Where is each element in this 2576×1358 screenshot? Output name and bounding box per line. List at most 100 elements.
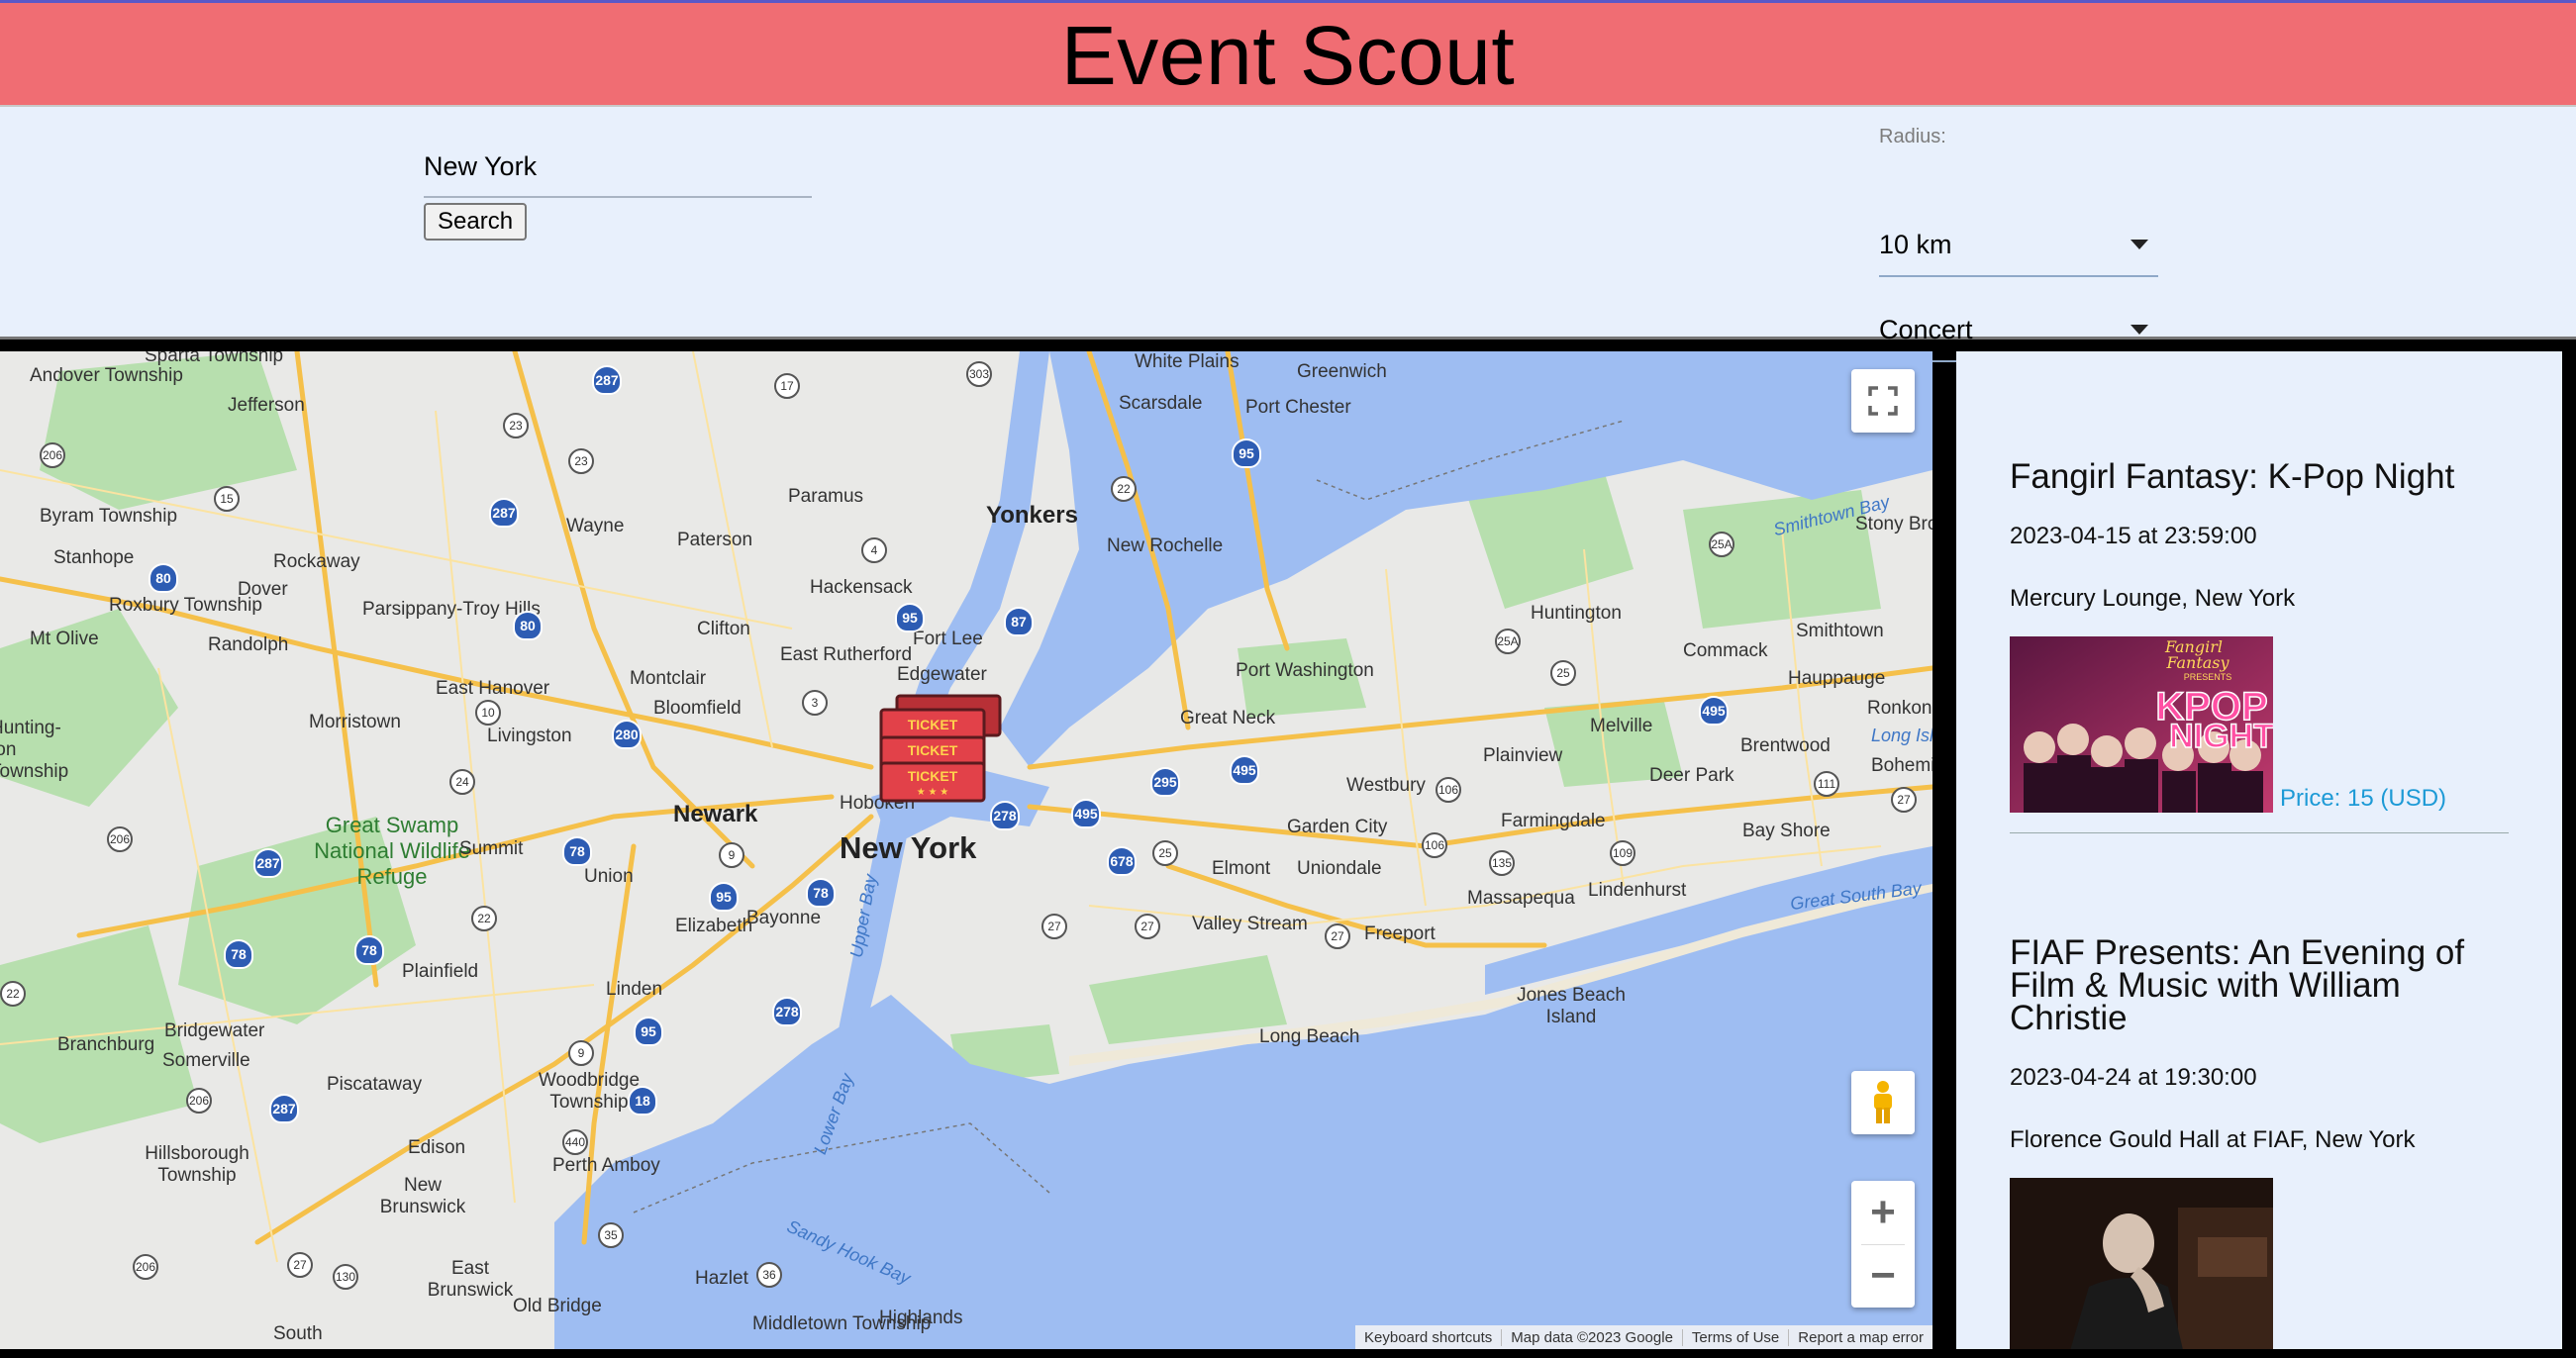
map-label: South <box>273 1323 323 1344</box>
route-marker-icon: 4 <box>861 537 887 563</box>
route-marker-icon: 35 <box>598 1222 624 1248</box>
interstate-shield-icon: 95 <box>1232 438 1261 468</box>
search-controls: Search Radius: 10 km Concert <box>0 107 2576 362</box>
radius-select[interactable]: 10 km <box>1879 214 2158 277</box>
map-label: Plainview <box>1483 745 1563 766</box>
map-data-text: Map data ©2023 Google <box>1501 1328 1682 1346</box>
map-label: Bridgewater <box>164 1020 265 1041</box>
map-label: Hazlet <box>695 1268 748 1289</box>
map-label: Rockaway <box>273 551 360 572</box>
route-marker-icon: 206 <box>107 826 133 852</box>
event-card: FIAF Presents: An Evening of Film & Musi… <box>2010 833 2509 1349</box>
map-label: Farmingdale <box>1501 811 1606 831</box>
interstate-shield-icon: 287 <box>269 1094 299 1123</box>
map-label: Stanhope <box>53 547 135 568</box>
map-label: Long Beach <box>1259 1026 1360 1047</box>
map-label: East Hanover <box>436 678 550 699</box>
map-label: Bloomfield <box>653 698 742 719</box>
route-marker-icon: 36 <box>756 1262 782 1288</box>
terms-link[interactable]: Terms of Use <box>1681 1328 1788 1346</box>
route-marker-icon: 27 <box>1891 787 1917 813</box>
route-marker-icon: 25 <box>1152 840 1178 866</box>
map-label: Massapequa <box>1467 888 1575 909</box>
event-title[interactable]: FIAF Presents: An Evening of Film & Musi… <box>2010 935 2509 1035</box>
interstate-shield-icon: 78 <box>354 935 384 965</box>
map-label: Hillsborough Township <box>145 1143 249 1186</box>
image-text: NIGHT <box>2169 718 2273 755</box>
route-marker-icon: 106 <box>1422 832 1447 858</box>
route-marker-icon: 27 <box>1041 914 1067 939</box>
map-label: Hauppauge <box>1788 668 1886 689</box>
map-label: East Brunswick <box>427 1258 514 1301</box>
pegman-icon <box>1874 1081 1892 1123</box>
map-label: Commack <box>1683 640 1768 661</box>
keyboard-shortcuts-link[interactable]: Keyboard shortcuts <box>1355 1329 1501 1346</box>
route-marker-icon: 24 <box>449 769 475 795</box>
route-marker-icon: 106 <box>1436 777 1461 803</box>
route-marker-icon: 25A <box>1495 629 1521 654</box>
map-label: Old Bridge <box>513 1296 602 1316</box>
map-label: Deer Park <box>1649 765 1734 786</box>
image-text: Fantasy <box>2165 653 2229 672</box>
ticket-marker-icon[interactable]: TICKET TICKET TICKET ★ ★ ★ <box>875 694 1004 805</box>
chevron-down-icon <box>2130 240 2148 249</box>
map-label: Edgewater <box>897 664 987 685</box>
route-marker-icon: 22 <box>1111 476 1137 502</box>
zoom-out-button[interactable]: − <box>1851 1245 1915 1309</box>
route-marker-icon: 303 <box>966 361 992 387</box>
street-view-button[interactable] <box>1851 1071 1915 1134</box>
event-map[interactable]: Andover Township Jefferson Sparta Townsh… <box>0 351 1932 1349</box>
interstate-shield-icon: 295 <box>1150 767 1180 797</box>
map-label: Ronkonkoma <box>1867 698 1932 719</box>
map-label: Piscataway <box>327 1074 423 1095</box>
map-label: Smithtown <box>1796 621 1884 641</box>
event-title[interactable]: Fangirl Fantasy: K-Pop Night <box>2010 459 2509 494</box>
map-label: Melville <box>1590 716 1653 736</box>
route-marker-icon: 206 <box>133 1254 158 1280</box>
map-label: Port Chester <box>1245 397 1351 418</box>
report-error-link[interactable]: Report a map error <box>1788 1328 1932 1346</box>
map-label: Hunting-ton Township <box>0 718 69 782</box>
event-image[interactable]: Fangirl Fantasy PRESENTS KPOP NIGHT <box>2010 636 2273 813</box>
interstate-shield-icon: 287 <box>253 848 283 878</box>
route-marker-icon: 111 <box>1814 771 1839 797</box>
ticket-text: TICKET <box>908 742 958 758</box>
search-button[interactable]: Search <box>424 203 528 241</box>
city-search-input[interactable] <box>424 137 812 198</box>
map-label: Freeport <box>1364 923 1436 944</box>
map-label: Westbury <box>1346 775 1426 796</box>
interstate-shield-icon: 18 <box>628 1086 657 1116</box>
map-label: Union <box>584 866 634 887</box>
route-marker-icon: 135 <box>1489 850 1515 876</box>
route-marker-icon: 3 <box>802 690 828 716</box>
fullscreen-button[interactable] <box>1851 369 1915 433</box>
map-label: Plainfield <box>402 961 479 982</box>
map-label: Linden <box>606 979 663 1000</box>
map-label: Clifton <box>697 619 750 639</box>
interstate-shield-icon: 95 <box>634 1017 663 1046</box>
map-label: Morristown <box>309 712 401 732</box>
event-image[interactable] <box>2010 1178 2273 1349</box>
interstate-shield-icon: 78 <box>224 939 253 969</box>
map-label: Randolph <box>208 634 289 655</box>
map-label: Perth Amboy <box>552 1155 660 1176</box>
map-label: Yonkers <box>986 502 1078 529</box>
interstate-shield-icon: 78 <box>806 878 836 908</box>
route-marker-icon: 15 <box>214 486 240 512</box>
events-sidebar: Fangirl Fantasy: K-Pop Night 2023-04-15 … <box>1956 351 2562 1349</box>
map-label: Brentwood <box>1740 735 1831 756</box>
map-label: New Brunswick <box>379 1175 466 1217</box>
map-label: Jefferson <box>228 395 305 416</box>
route-marker-icon: 9 <box>719 842 744 868</box>
zoom-in-button[interactable]: + <box>1851 1181 1915 1244</box>
map-label: Lindenhurst <box>1588 880 1687 901</box>
interstate-shield-icon: 678 <box>1107 846 1137 876</box>
map-label: Elmont <box>1212 858 1271 879</box>
event-date: 2023-04-15 at 23:59:00 <box>2010 523 2257 549</box>
category-value: Concert <box>1879 314 1973 344</box>
map-label: Mt Olive <box>30 629 99 649</box>
event-card: Fangirl Fantasy: K-Pop Night 2023-04-15 … <box>2010 351 2509 833</box>
route-marker-icon: 10 <box>475 700 501 726</box>
map-label: Andover Township <box>30 365 183 386</box>
route-marker-icon: 440 <box>562 1129 588 1155</box>
